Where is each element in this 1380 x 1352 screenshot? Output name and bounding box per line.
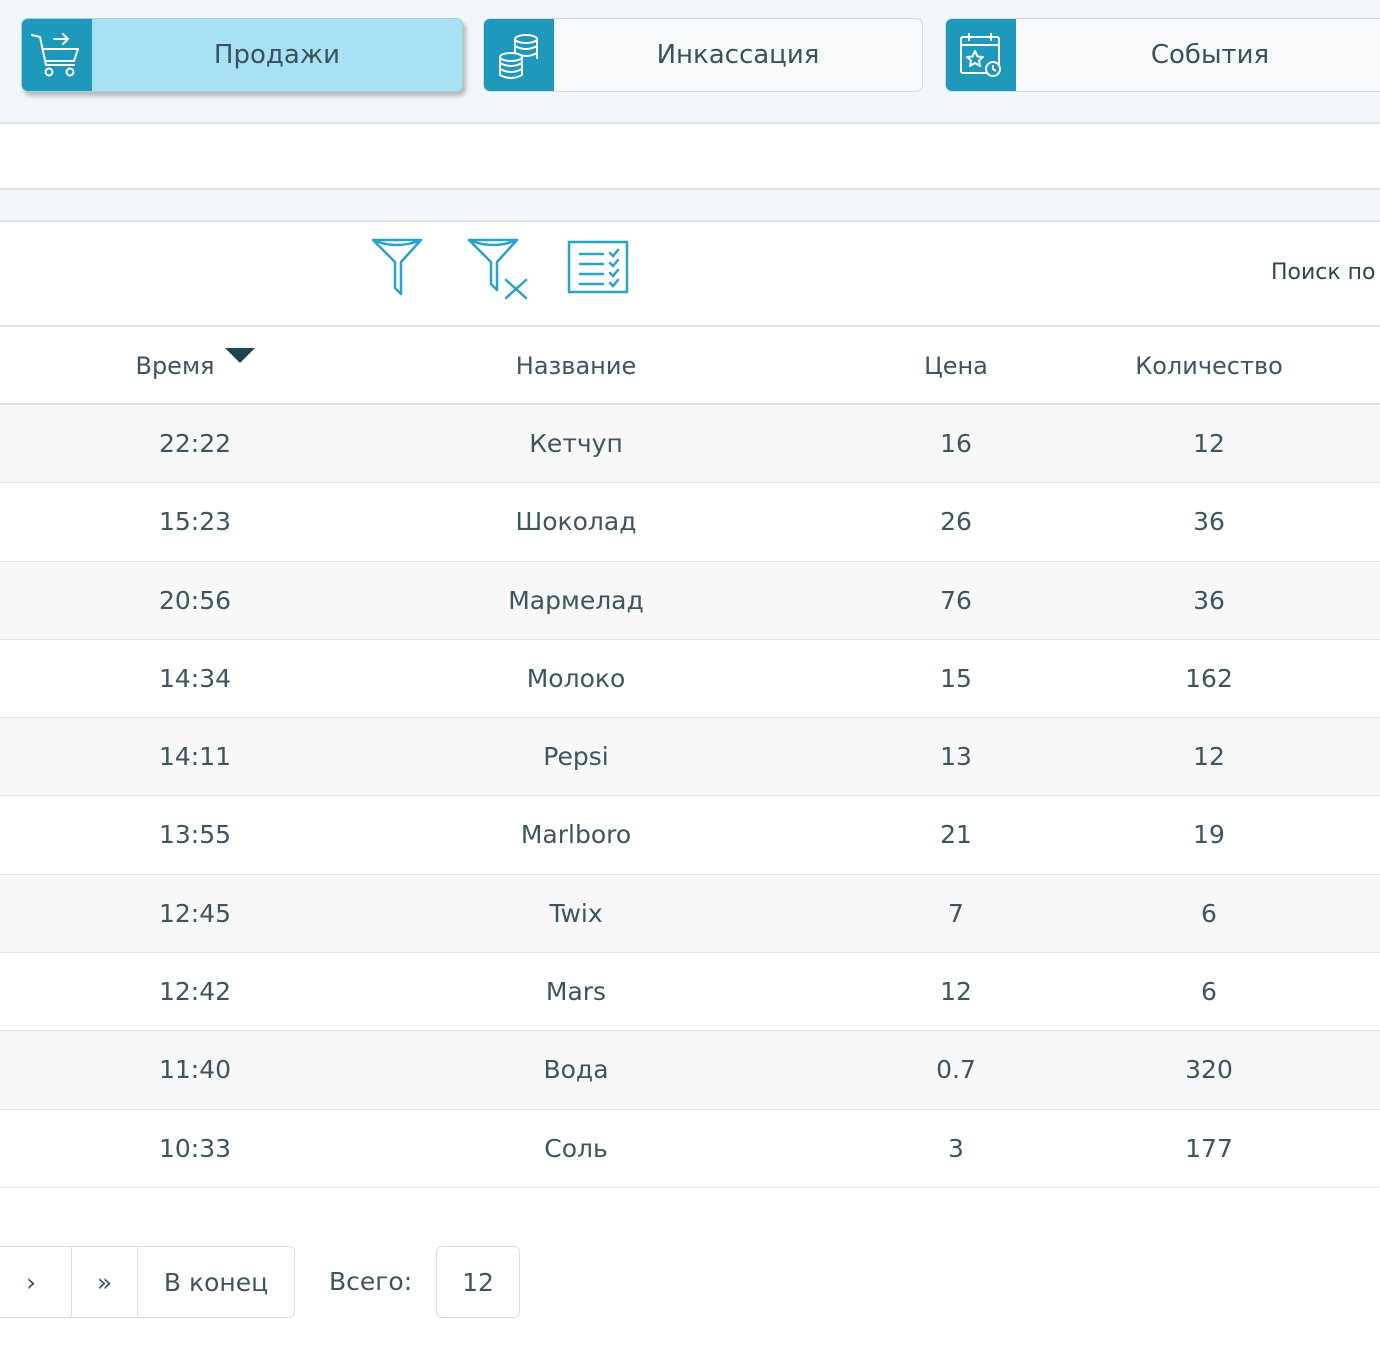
cell-name: Кетчуп <box>529 429 623 458</box>
cell-quantity: 36 <box>1193 585 1225 615</box>
table-row[interactable]: 15:23 Шоколад 26 36 <box>0 483 1380 562</box>
column-header-price[interactable]: Цена <box>856 327 1056 405</box>
cell-quantity: 6 <box>1201 977 1217 1007</box>
column-header-quantity[interactable]: Количество <box>1109 327 1309 405</box>
pagination-buttons: › » В конец <box>0 1246 295 1318</box>
sort-desc-icon <box>224 347 255 363</box>
cell-price: 15 <box>940 663 972 693</box>
cell-price: 76 <box>940 585 972 615</box>
table-header: Время Название Цена Количество <box>0 327 1380 405</box>
calendar-event-icon <box>946 19 1016 91</box>
cell-quantity: 162 <box>1185 663 1233 693</box>
next-page-button[interactable]: › <box>0 1247 72 1317</box>
table-body: 22:22 Кетчуп 16 12 15:23 Шоколад 26 36 2… <box>0 405 1380 1188</box>
cell-price: 7 <box>948 898 964 928</box>
section-divider <box>0 190 1380 222</box>
table-row[interactable]: 12:42 Mars 12 6 <box>0 953 1380 1032</box>
cell-time: 10:33 <box>158 1133 232 1163</box>
filter-clear-icon[interactable] <box>466 236 532 306</box>
column-header-time-label: Время <box>135 352 215 380</box>
shopping-cart-icon <box>22 19 92 91</box>
table-row[interactable]: 14:34 Молоко 15 162 <box>0 639 1380 719</box>
cell-price: 26 <box>940 507 972 537</box>
last-page-arrow-button[interactable]: » <box>72 1247 138 1317</box>
table-row[interactable]: 12:45 Twix 7 6 <box>0 874 1380 954</box>
table-toolbar: Поиск по <box>0 224 1380 327</box>
cell-time: 12:42 <box>158 977 232 1007</box>
column-header-name[interactable]: Название <box>426 327 726 405</box>
cell-time: 14:11 <box>158 742 232 772</box>
cell-time: 11:40 <box>158 1055 232 1085</box>
cell-quantity: 19 <box>1193 820 1225 850</box>
tab-collection-label: Инкассация <box>656 40 820 70</box>
cell-time: 20:56 <box>158 585 232 615</box>
cell-quantity: 12 <box>1193 742 1225 772</box>
table-row[interactable]: 20:56 Мармелад 76 36 <box>0 561 1380 640</box>
cell-quantity: 12 <box>1193 429 1225 458</box>
cell-name: Соль <box>544 1133 608 1163</box>
cell-time: 15:23 <box>158 507 232 537</box>
cell-time: 22:22 <box>158 429 232 458</box>
cell-name: Молоко <box>526 663 626 693</box>
cell-price: 12 <box>940 977 972 1007</box>
cell-price: 16 <box>940 429 972 458</box>
cell-name: Twix <box>549 898 603 928</box>
table-row[interactable]: 13:55 Marlboro 21 19 <box>0 796 1380 875</box>
table-row[interactable]: 22:22 Кетчуп 16 12 <box>0 405 1380 484</box>
cell-quantity: 36 <box>1193 507 1225 537</box>
cell-name: Marlboro <box>520 820 632 850</box>
total-label: Всего: <box>329 1267 413 1296</box>
to-end-button[interactable]: В конец <box>138 1247 294 1317</box>
cell-name: Pepsi <box>543 742 609 772</box>
tab-sales-label: Продажи <box>213 40 341 70</box>
cell-quantity: 177 <box>1185 1133 1233 1163</box>
cell-name: Вода <box>543 1055 609 1085</box>
tab-events[interactable]: События <box>945 18 1380 92</box>
cell-price: 3 <box>948 1133 964 1163</box>
cell-time: 13:55 <box>158 820 232 850</box>
cell-name: Mars <box>545 977 607 1007</box>
table-row[interactable]: 11:40 Вода 0.7 320 <box>0 1031 1380 1110</box>
filter-icon[interactable] <box>370 236 426 302</box>
cell-name: Шоколад <box>515 507 637 537</box>
column-header-time[interactable]: Время <box>95 327 295 405</box>
coins-stack-icon <box>484 19 554 91</box>
filter-band <box>0 126 1380 190</box>
total-count: 12 <box>436 1246 520 1318</box>
cell-price: 13 <box>940 742 972 772</box>
table-row[interactable]: 14:11 Pepsi 13 12 <box>0 718 1380 797</box>
cell-price: 21 <box>940 820 972 850</box>
tab-events-label: События <box>1150 40 1270 70</box>
search-label: Поиск по <box>1271 260 1376 285</box>
cell-time: 12:45 <box>158 898 232 928</box>
top-tab-bar: Продажи Инкассация События <box>0 0 1380 124</box>
cell-time: 14:34 <box>158 663 232 693</box>
cell-quantity: 6 <box>1201 898 1217 928</box>
tab-collection[interactable]: Инкассация <box>483 18 923 92</box>
tab-sales[interactable]: Продажи <box>21 18 463 92</box>
cell-price: 0.7 <box>936 1055 976 1085</box>
cell-name: Мармелад <box>508 585 644 615</box>
cell-quantity: 320 <box>1185 1055 1233 1085</box>
table-row[interactable]: 10:33 Соль 3 177 <box>0 1109 1380 1188</box>
column-list-icon[interactable] <box>567 240 631 300</box>
